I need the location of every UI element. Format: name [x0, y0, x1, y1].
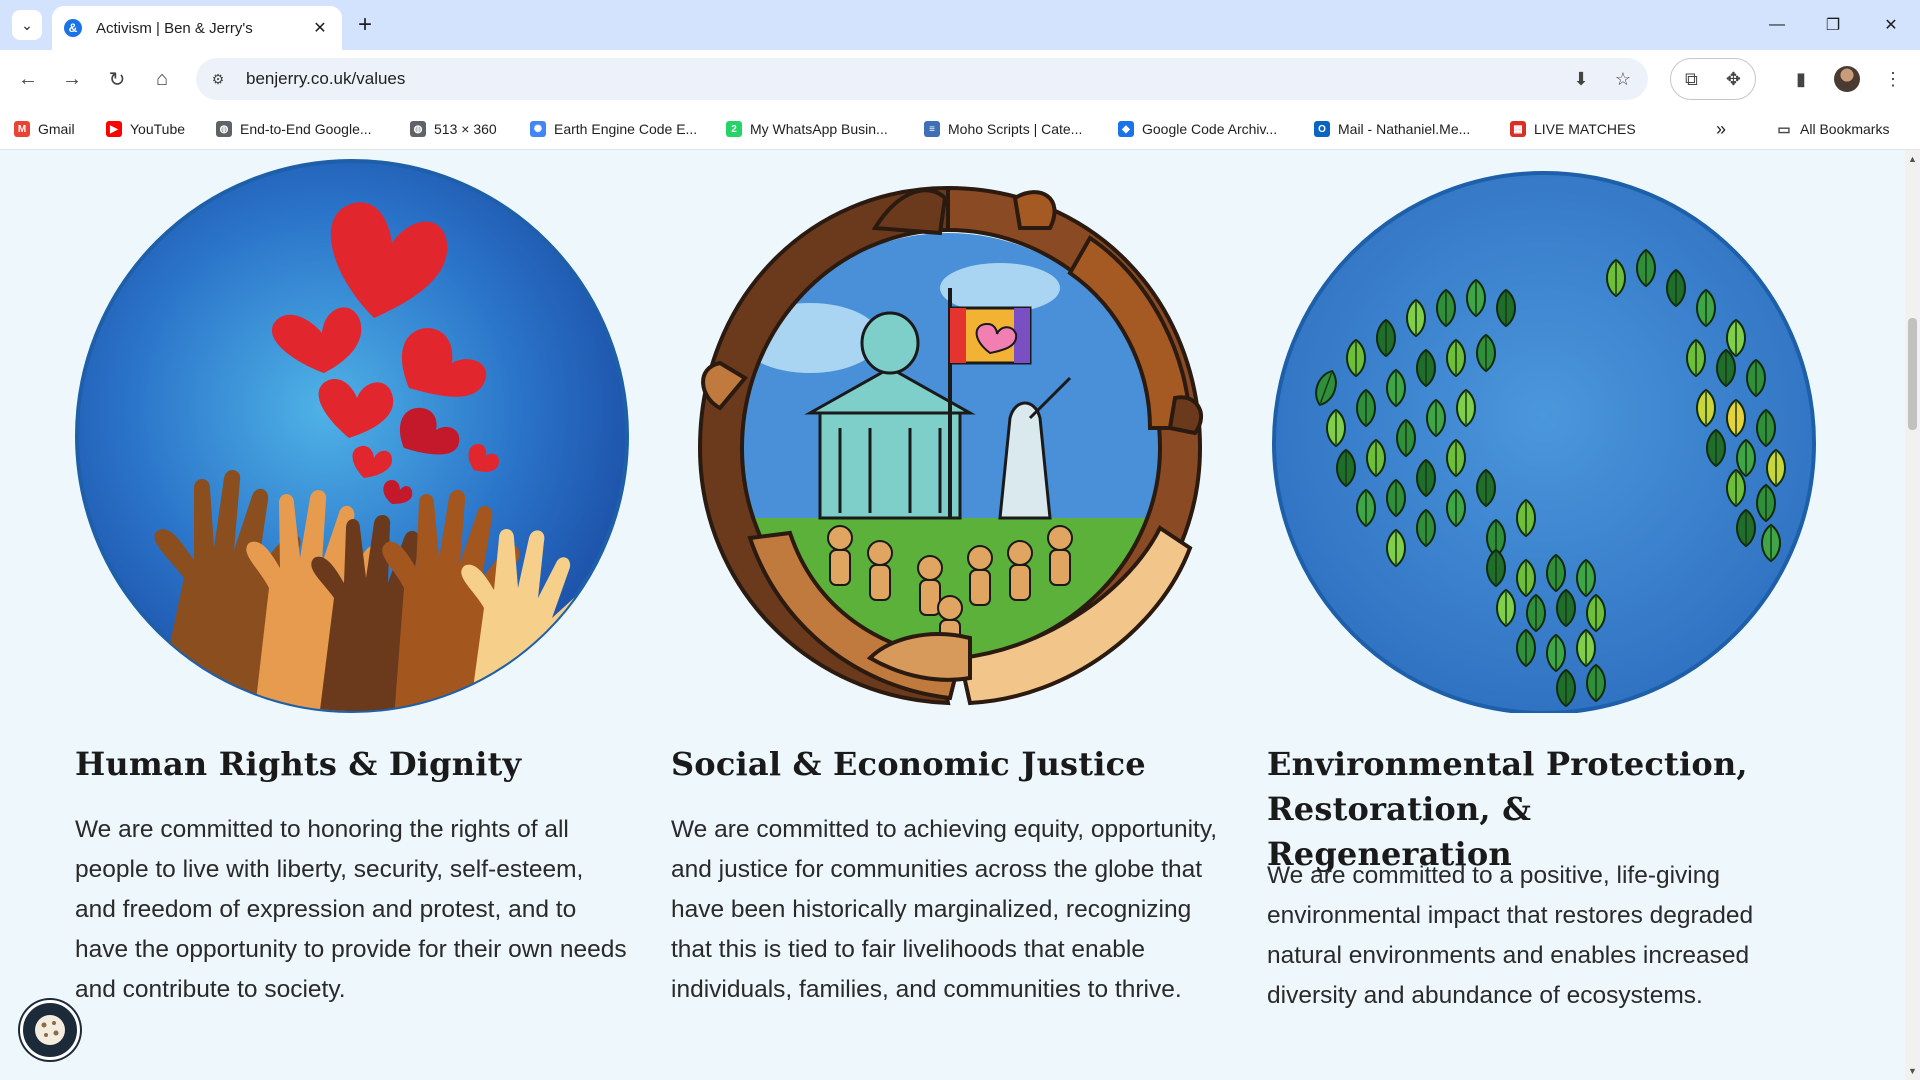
google-code-icon: ◆ — [1118, 121, 1134, 137]
list-icon: ≡ — [924, 121, 940, 137]
human-rights-illustration — [75, 159, 629, 713]
site-info-icon[interactable]: ⚙ — [200, 61, 236, 97]
copy-extension-icon[interactable]: ⧉ — [1685, 69, 1698, 90]
reload-button[interactable]: ↻ — [101, 63, 133, 95]
browser-toolbar: ← → ↻ ⌂ ⚙ benjerry.co.uk/values ⬇ ☆ ⧉ ✥ … — [0, 50, 1920, 108]
bookmark-item[interactable]: ▦ LIVE MATCHES — [1510, 117, 1636, 141]
cookie-icon — [35, 1015, 65, 1045]
bookmark-star-icon[interactable]: ☆ — [1606, 62, 1640, 96]
social-justice-illustration — [697, 185, 1203, 706]
section-body: We are committed to achieving equity, op… — [671, 816, 1218, 1003]
scroll-down-arrow-icon[interactable]: ▼ — [1908, 1066, 1917, 1076]
bookmark-label: My WhatsApp Busin... — [750, 121, 888, 137]
globe-icon: ◍ — [216, 121, 232, 137]
bookmark-item[interactable]: ◍ 513 × 360 — [410, 117, 497, 141]
bookmark-item[interactable]: ▶ YouTube — [106, 117, 185, 141]
extensions-group: ⧉ ✥ — [1670, 58, 1756, 100]
bookmark-label: 513 × 360 — [434, 121, 497, 137]
bookmark-item[interactable]: ✺ Earth Engine Code E... — [530, 117, 697, 141]
youtube-icon: ▶ — [106, 121, 122, 137]
scrollbar-thumb[interactable] — [1908, 318, 1917, 430]
minimize-button[interactable]: — — [1752, 8, 1802, 42]
bookmark-item[interactable]: O Mail - Nathaniel.Me... — [1314, 117, 1470, 141]
environmental-illustration — [1272, 171, 1816, 713]
all-bookmarks-label: All Bookmarks — [1800, 121, 1890, 137]
side-panel-icon[interactable]: ▮ — [1785, 63, 1817, 95]
bookmarks-overflow-icon[interactable]: » — [1716, 117, 1726, 141]
section-heading: Human Rights & Dignity — [75, 745, 522, 783]
section-body: We are committed to a positive, life-giv… — [1267, 862, 1754, 1009]
bookmark-item[interactable]: ◍ End-to-End Google... — [216, 117, 372, 141]
bookmarks-bar: M Gmail ▶ YouTube ◍ End-to-End Google... ◍ 513 … — [0, 108, 1920, 150]
bookmark-label: Google Code Archiv... — [1142, 121, 1278, 137]
section-body: We are committed to honoring the rights … — [75, 816, 627, 1003]
address-bar[interactable]: ⚙ benjerry.co.uk/values ⬇ ☆ — [196, 58, 1648, 100]
page-scrollbar[interactable]: ▲ ▼ — [1905, 150, 1920, 1080]
folder-icon: ▭ — [1777, 120, 1791, 137]
scroll-up-arrow-icon[interactable]: ▲ — [1908, 154, 1917, 164]
back-button[interactable]: ← — [12, 63, 44, 95]
bookmark-label: YouTube — [130, 121, 186, 137]
close-tab-icon[interactable]: ✕ — [310, 18, 330, 38]
bookmark-item[interactable]: ≡ Moho Scripts | Cate... — [924, 117, 1082, 141]
bookmark-item[interactable]: M Gmail — [14, 117, 75, 141]
home-button[interactable]: ⌂ — [146, 63, 178, 95]
bookmark-label: Moho Scripts | Cate... — [948, 121, 1083, 137]
bookmark-item[interactable]: ◆ Google Code Archiv... — [1118, 117, 1277, 141]
bookmark-label: End-to-End Google... — [240, 121, 372, 137]
earth-engine-icon: ✺ — [530, 121, 546, 137]
profile-avatar[interactable] — [1834, 66, 1860, 92]
bookmark-item[interactable]: 2 My WhatsApp Busin... — [726, 117, 888, 141]
site-favicon-icon: & — [64, 19, 82, 37]
globe-icon: ◍ — [410, 121, 426, 137]
section-heading: Social & Economic Justice — [671, 745, 1146, 783]
bookmark-label: Gmail — [38, 121, 75, 137]
forward-button[interactable]: → — [56, 63, 88, 95]
bookmark-label: Mail - Nathaniel.Me... — [1338, 121, 1471, 137]
new-tab-button[interactable]: + — [350, 10, 380, 40]
outlook-icon: O — [1314, 121, 1330, 137]
bookmark-label: Earth Engine Code E... — [554, 121, 698, 137]
tab-title: Activism | Ben & Jerry's — [96, 19, 253, 37]
chevron-down-icon: ⌄ — [21, 16, 33, 33]
url-text[interactable]: benjerry.co.uk/values — [246, 69, 1564, 89]
cookie-settings-button[interactable] — [20, 1000, 80, 1060]
all-bookmarks-button[interactable]: ▭ All Bookmarks — [1776, 117, 1889, 141]
tab-search-button[interactable]: ⌄ — [12, 10, 42, 40]
gmail-icon: M — [14, 121, 30, 137]
active-tab[interactable]: & Activism | Ben & Jerry's ✕ — [52, 6, 342, 50]
tab-strip: ⌄ & Activism | Ben & Jerry's ✕ + — ❐ ✕ — [0, 0, 1920, 50]
live-matches-icon: ▦ — [1510, 121, 1526, 137]
bookmark-label: LIVE MATCHES — [1534, 121, 1636, 137]
puzzle-extensions-icon[interactable]: ✥ — [1726, 69, 1741, 90]
restore-button[interactable]: ❐ — [1808, 8, 1858, 42]
whatsapp-icon: 2 — [726, 121, 742, 137]
menu-kebab-icon[interactable]: ⋮ — [1877, 63, 1909, 95]
page-content: Human Rights & Dignity We are committed … — [0, 150, 1905, 1080]
install-app-icon[interactable]: ⬇ — [1564, 62, 1598, 96]
close-window-button[interactable]: ✕ — [1866, 8, 1916, 42]
